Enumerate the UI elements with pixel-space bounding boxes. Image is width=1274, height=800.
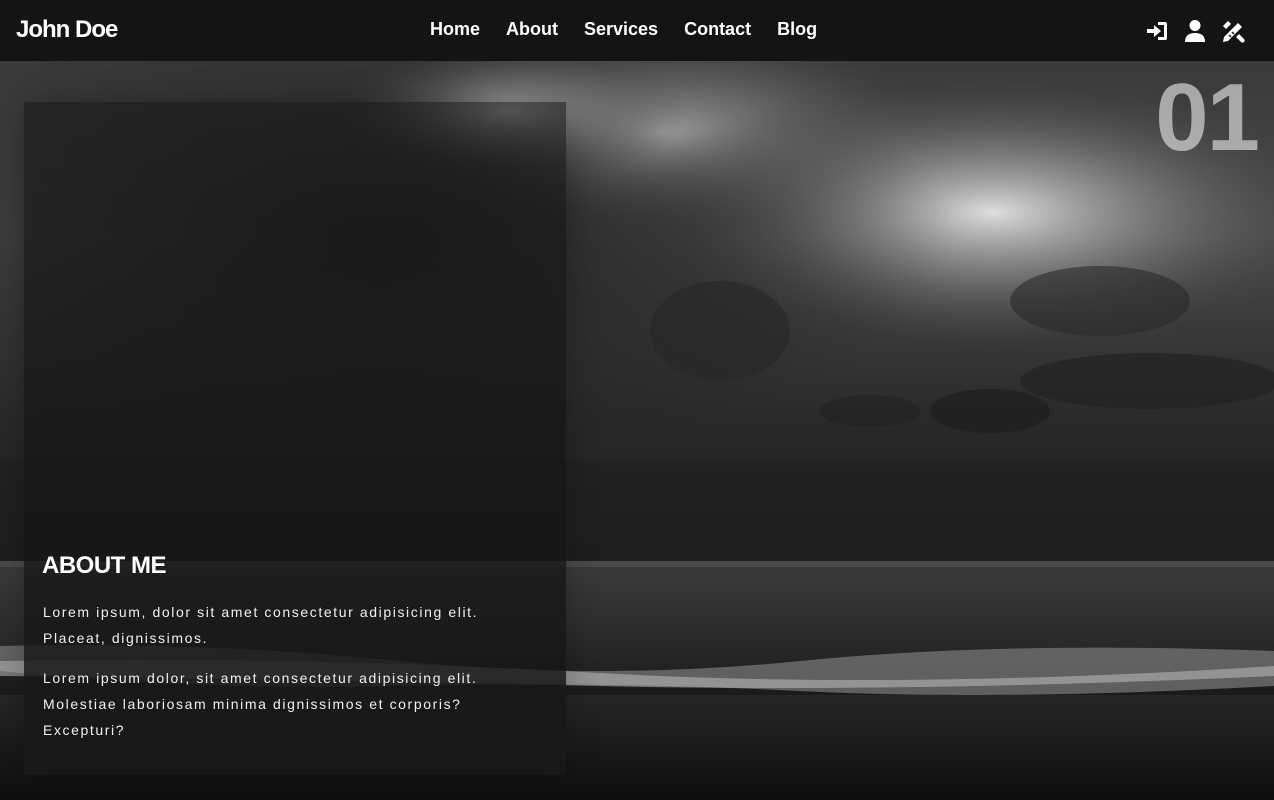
nav-link-about[interactable]: About	[506, 19, 558, 40]
about-title: ABOUT ME	[42, 552, 167, 579]
tools-icon[interactable]	[1220, 18, 1246, 44]
navbar: John Doe Home About Services Contact Blo…	[0, 0, 1274, 61]
about-card: ABOUT ME Lorem ipsum, dolor sit amet con…	[24, 102, 566, 775]
nav-icons	[1144, 18, 1246, 44]
about-paragraph-1: Lorem ipsum, dolor sit amet consectetur …	[43, 604, 479, 646]
nav-link-blog[interactable]: Blog	[777, 19, 817, 40]
page: John Doe Home About Services Contact Blo…	[0, 0, 1274, 800]
nav-link-services[interactable]: Services	[584, 19, 658, 40]
slide-number: 01	[1155, 64, 1260, 171]
sign-in-icon[interactable]	[1144, 18, 1170, 44]
about-paragraph-2: Lorem ipsum dolor, sit amet consectetur …	[43, 670, 478, 738]
nav-links: Home About Services Contact Blog	[430, 19, 843, 40]
nav-link-home[interactable]: Home	[430, 19, 480, 40]
user-icon[interactable]	[1182, 18, 1208, 44]
brand-logo[interactable]: John Doe	[16, 16, 118, 44]
nav-link-contact[interactable]: Contact	[684, 19, 751, 40]
